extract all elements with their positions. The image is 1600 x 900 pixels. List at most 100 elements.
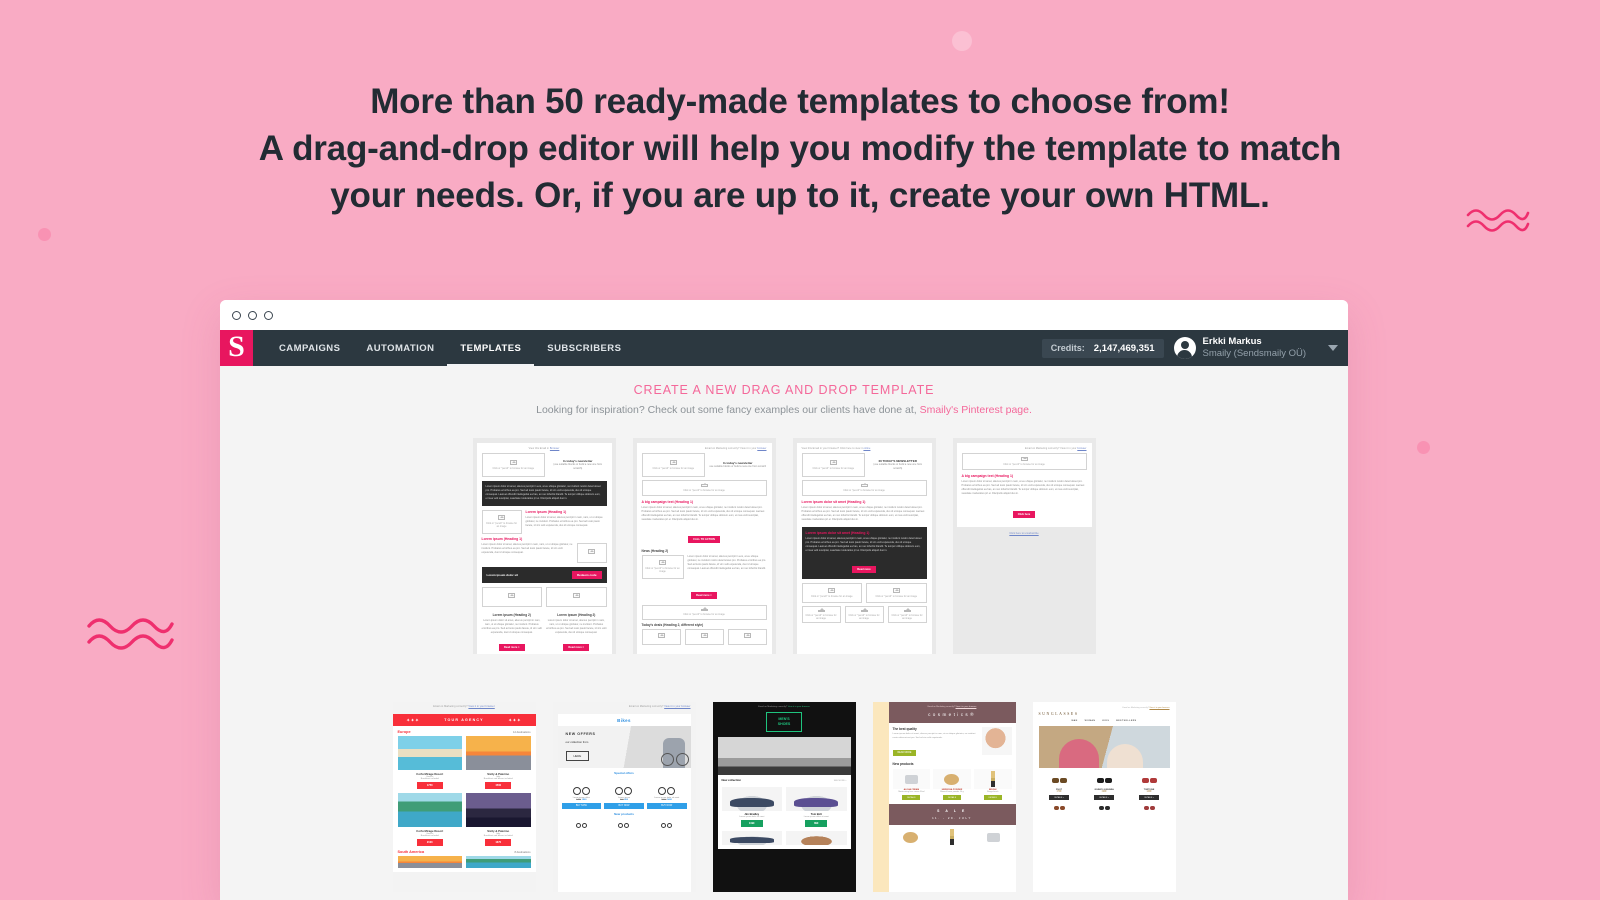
product-image: [562, 818, 602, 828]
section-link[interactable]: SEE MORE >: [834, 780, 847, 782]
product-image: [933, 769, 971, 790]
template-nav: MAN WOMAN KIDS BESTSELLERS: [1039, 720, 1170, 722]
hero-image: [717, 736, 851, 775]
product-item[interactable]: JOHNNY GUEVARA 199€ DETAILS >: [1084, 772, 1125, 800]
template-card-tour-agency[interactable]: Email on Marketing correctly? View it in…: [392, 702, 536, 892]
nav-item-subscribers[interactable]: SUBSCRIBERS: [534, 330, 634, 366]
template-card-campaign-newsletter[interactable]: Email on Marketing correctly? View it in…: [632, 438, 776, 654]
template-card-basic-newsletter[interactable]: View this Email in Browser Click or "pen…: [472, 438, 616, 654]
create-template-link[interactable]: CREATE A NEW DRAG AND DROP TEMPLATE: [220, 383, 1348, 397]
product-price: 199€: [1101, 791, 1107, 793]
product-item[interactable]: ALOHA CREAM Moisturizing face cream 50ml…: [892, 769, 931, 801]
nav-item-label: AUTOMATION: [366, 342, 435, 354]
nav-kids[interactable]: KIDS: [1102, 720, 1109, 722]
chevron-down-icon[interactable]: [1328, 345, 1338, 351]
template-thumbnail: Email on Marketing correctly? View it in…: [952, 438, 1096, 654]
window-minimize-dot[interactable]: [248, 310, 257, 320]
product-grid: ALOHA CREAM Moisturizing face cream 50ml…: [892, 769, 1012, 801]
template-card-mens-shoes[interactable]: Email on Marketing correctly? View it in…: [712, 702, 856, 892]
template-thumbnail: Email on Marketing correctly? View it in…: [632, 438, 776, 654]
template-preheader: Email on Marketing correctly? View it in…: [393, 702, 536, 711]
new-price: 800: [624, 799, 628, 801]
product-item[interactable]: Lorem ipsum 900 800 BUY NOW: [604, 777, 644, 809]
pinterest-link[interactable]: Smaily's Pinterest page.: [920, 404, 1032, 416]
nav-bestsellers[interactable]: BESTSELLERS: [1116, 720, 1136, 722]
preheader-text: View this Email in: [528, 447, 550, 450]
nav-item-templates[interactable]: TEMPLATES: [447, 330, 535, 366]
window-close-dot[interactable]: [232, 310, 241, 320]
preheader-link: browser: [1077, 447, 1087, 450]
preheader-text: View this Email in your browser? Click h…: [801, 447, 863, 450]
brand-logo: MEN'S SHOES: [766, 712, 802, 732]
product-button: DETAILS >: [1094, 795, 1114, 800]
product-item[interactable]: TORTOISE 149€ DETAILS >: [1129, 772, 1170, 800]
image-icon: [700, 632, 708, 639]
hero-bike-image: [660, 753, 689, 766]
template-card-cosmetics[interactable]: Email on Marketing correctly? View it in…: [872, 702, 1016, 892]
image-icon: [508, 592, 516, 599]
image-placeholder: [641, 628, 681, 645]
inspiration-text: Looking for inspiration? Check out some …: [220, 404, 1348, 416]
nav-man[interactable]: MAN: [1071, 720, 1077, 722]
nav-item-automation[interactable]: AUTOMATION: [353, 330, 447, 366]
dark-text-block: Lorem ipsum dolor sit amet, alienus perc…: [481, 481, 607, 506]
browser-window: S CAMPAIGNS AUTOMATION TEMPLATES SUBSCRI…: [220, 300, 1348, 900]
image-icon: [903, 607, 911, 612]
product-button: DETAILS >: [1049, 795, 1069, 800]
template-card-simple-campaign[interactable]: Email on Marketing correctly? View it in…: [952, 438, 1096, 654]
user-menu[interactable]: Erkki Markus Smaily (Sendsmaily OÜ): [1173, 336, 1306, 360]
image-placeholder: Click or "pencil" to browse for an image: [481, 453, 545, 477]
destination-price: 2100: [416, 839, 443, 846]
window-maximize-dot[interactable]: [264, 310, 273, 320]
product-item[interactable]: Lorem ipsum dolor 1750 1500 BUY NOW: [561, 777, 602, 809]
product-item[interactable]: BRUSH Rouge brush DETAILS: [973, 769, 1012, 801]
template-card-todays-newsletter[interactable]: View this Email in your browser? Click h…: [792, 438, 936, 654]
section-title: Special offers: [614, 771, 634, 775]
product-item[interactable]: Lorem ipsum dolor sit amet 2600 1400 BUY…: [646, 777, 687, 809]
sale-banner: S A L E 11. - 29. JULY: [888, 804, 1016, 826]
destination-item[interactable]: Sicily & Palermo Italy Breakfast and din…: [466, 736, 531, 789]
bike-wheel: [660, 753, 674, 766]
template-preheader: View this Email in Browser: [482, 447, 607, 450]
product-image: [973, 769, 1012, 790]
user-name: Erkki Markus: [1202, 336, 1262, 348]
destination-item[interactable]: Corfu Mirage Resort Greece Breakfast inc…: [397, 793, 462, 846]
template-card-bikes[interactable]: Email on Marketing correctly? View it in…: [552, 702, 696, 892]
preheader-text: Email on Marketing correctly?: [433, 705, 468, 708]
hero-banner: NEW OFFERS our collection from HERE: [557, 726, 691, 768]
image-icon: [1020, 457, 1028, 461]
image-icon: [572, 592, 580, 599]
nav-item-campaigns[interactable]: CAMPAIGNS: [266, 330, 353, 366]
image-placeholder: Click or "pencil" to browse for an image: [641, 554, 684, 579]
product-button: BUY NOW: [561, 803, 602, 809]
smaily-logo[interactable]: S: [220, 330, 253, 366]
logo-letter: S: [228, 330, 245, 363]
product-item[interactable]: Tom Bolt Lorem ipsum dolor sit amet 89€: [786, 786, 847, 827]
destination-price: 1500: [485, 782, 512, 789]
destination-note: Breakfast included: [420, 835, 439, 837]
product-grid: Lorem ipsum dolor 1750 1500 BUY NOW Lore…: [558, 777, 691, 809]
product-item[interactable]: HERMOSA POWDER Mineral loose powder 10 g…: [933, 769, 971, 801]
product-image: [647, 818, 687, 828]
credits-badge[interactable]: Credits: 2,147,469,351: [1041, 338, 1164, 358]
product-item[interactable]: PILOT 179€ DETAILS >: [1039, 772, 1080, 800]
destination-item[interactable]: Sicily & Palermo Italy Breakfast and din…: [466, 793, 531, 846]
user-text: Erkki Markus Smaily (Sendsmaily OÜ): [1203, 336, 1306, 360]
product-item[interactable]: Jim Bradley Lorem ipsum dolor sit amet 1…: [721, 786, 782, 827]
destination-item[interactable]: Corfu Mirage Resort Greece Breakfast inc…: [397, 736, 462, 789]
image-placeholder-label: Click or "pencil" to browse for an image: [1003, 463, 1045, 466]
template-card-sunglasses[interactable]: Email on Marketing correctly? View it in…: [1032, 702, 1176, 892]
nav-item-label: CAMPAIGNS: [279, 342, 341, 354]
brand-line-2: SHOES: [777, 721, 791, 726]
destination-note: Breakfast included: [420, 778, 439, 780]
product-price: 900 800: [604, 799, 644, 801]
cta-button: Read more: [852, 566, 876, 573]
nav-woman[interactable]: WOMAN: [1085, 720, 1096, 722]
navbar-right: Credits: 2,147,469,351 Erkki Markus Smai…: [1041, 330, 1348, 366]
promo-bar-button: Redeem code: [571, 570, 602, 579]
preheader-link: browser: [757, 447, 767, 450]
template-preheader: View this Email in your browser? Click h…: [802, 447, 927, 450]
image-placeholder: Click or "pencil" to browse for an image: [641, 453, 705, 477]
product-image: [974, 828, 1012, 846]
section-heading: Lorem ipsum (Heading 1): [481, 536, 523, 541]
